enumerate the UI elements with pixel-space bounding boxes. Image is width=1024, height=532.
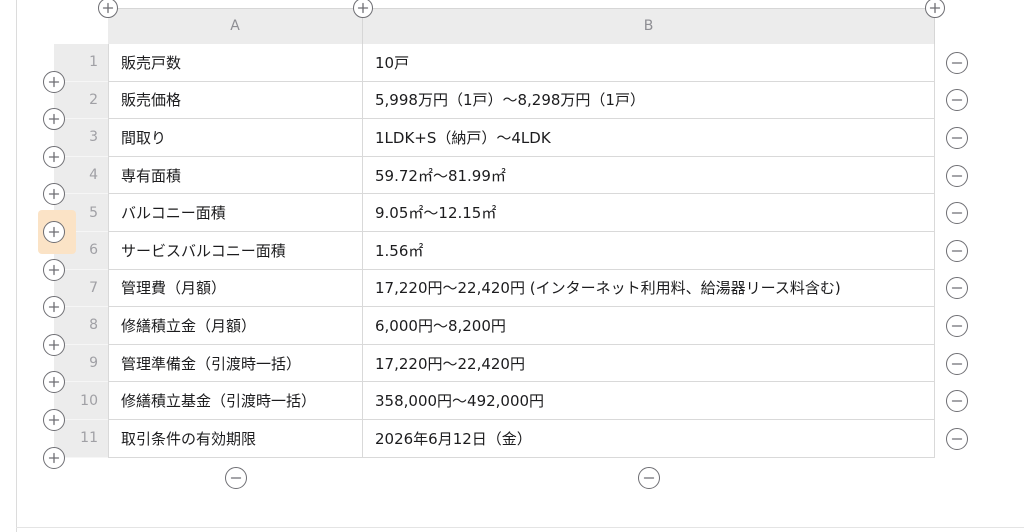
insert-row-button[interactable] xyxy=(43,446,65,469)
table-cell-a[interactable]: 取引条件の有効期限 xyxy=(108,420,363,458)
plus-circle-icon xyxy=(357,2,369,14)
minus-circle-icon xyxy=(951,362,963,365)
canvas-frame-left xyxy=(16,0,17,532)
table-cell-a[interactable]: 専有面積 xyxy=(108,156,363,195)
plus-circle-icon xyxy=(48,189,60,200)
plus-circle-icon xyxy=(102,2,114,14)
plus-circle-icon xyxy=(48,377,60,388)
remove-row-button[interactable] xyxy=(946,239,968,262)
header-top-border xyxy=(108,8,935,9)
minus-circle-icon xyxy=(951,438,963,440)
remove-row-button[interactable] xyxy=(946,89,968,112)
table-cell-a[interactable]: 修繕積立金（月額） xyxy=(108,307,363,345)
minus-circle-icon xyxy=(951,250,963,252)
table-cell-a[interactable]: サービスバルコニー面積 xyxy=(108,232,363,270)
remove-row-button[interactable] xyxy=(946,164,968,187)
minus-circle-icon xyxy=(951,287,963,290)
table-cell-a[interactable]: 販売戸数 xyxy=(108,44,363,82)
insert-row-button[interactable] xyxy=(43,70,65,93)
remove-column-b-button[interactable] xyxy=(638,466,660,489)
remove-row-button[interactable] xyxy=(946,390,968,413)
table-cell-b[interactable]: 17,220円～22,420円 (インターネット利用料、給湯器リース料含む) xyxy=(363,269,935,308)
column-header-a[interactable]: A xyxy=(108,8,363,44)
minus-circle-icon xyxy=(951,212,963,214)
table-cell-b[interactable]: 5,998万円（1戸）～8,298万円（1戸） xyxy=(363,81,935,120)
table-cell-a[interactable]: 管理準備金（引渡時一括） xyxy=(108,344,363,383)
plus-circle-icon xyxy=(929,2,941,14)
insert-row-button[interactable] xyxy=(43,333,65,356)
remove-row-button[interactable] xyxy=(946,127,968,149)
plus-circle-icon xyxy=(48,226,60,238)
minus-circle-icon xyxy=(230,476,241,479)
table-cell-b[interactable]: 17,220円～22,420円 xyxy=(363,344,935,383)
table-cell-a[interactable]: 管理費（月額） xyxy=(108,269,363,308)
minus-circle-icon xyxy=(951,400,963,402)
minus-circle-icon xyxy=(951,325,963,327)
plus-circle-icon xyxy=(48,151,60,162)
table-cell-b[interactable]: 358,000円～492,000円 xyxy=(363,382,935,420)
table-cell-a[interactable]: 間取り xyxy=(108,119,363,157)
insert-row-button[interactable] xyxy=(43,221,65,243)
remove-row-button[interactable] xyxy=(946,352,968,375)
insert-row-button[interactable] xyxy=(43,145,65,168)
canvas-frame-bottom xyxy=(16,527,1024,528)
table-cell-b[interactable]: 59.72㎡～81.99㎡ xyxy=(363,156,935,195)
plus-circle-icon xyxy=(48,264,60,275)
minus-circle-icon xyxy=(951,99,963,102)
insert-row-button[interactable] xyxy=(43,409,65,431)
remove-row-button[interactable] xyxy=(946,277,968,300)
plus-circle-icon xyxy=(48,302,60,313)
table-cell-b[interactable]: 10戸 xyxy=(363,44,935,82)
minus-circle-icon xyxy=(951,174,963,177)
table-cell-b[interactable]: 1LDK+S（納戸）～4LDK xyxy=(363,119,935,157)
plus-circle-icon xyxy=(48,76,60,87)
table-cell-b[interactable]: 2026年6月12日（金） xyxy=(363,420,935,458)
minus-circle-icon xyxy=(951,137,963,139)
insert-column-button[interactable] xyxy=(925,0,945,18)
table-cell-b[interactable]: 6,000円～8,200円 xyxy=(363,307,935,345)
plus-circle-icon xyxy=(48,452,60,463)
minus-circle-icon xyxy=(951,62,963,64)
remove-row-button[interactable] xyxy=(946,315,968,337)
remove-column-a-button[interactable] xyxy=(224,466,247,489)
table-cell-a[interactable]: 販売価格 xyxy=(108,81,363,120)
table-cell-b[interactable]: 9.05㎡～12.15㎡ xyxy=(363,194,935,232)
remove-row-button[interactable] xyxy=(946,51,968,74)
plus-circle-icon xyxy=(48,114,60,125)
table-cell-b[interactable]: 1.56㎡ xyxy=(363,232,935,270)
remove-row-button[interactable] xyxy=(946,202,968,225)
plus-circle-icon xyxy=(48,339,60,350)
insert-row-button[interactable] xyxy=(43,258,65,281)
plus-circle-icon xyxy=(48,414,60,426)
table-cell-a[interactable]: バルコニー面積 xyxy=(108,194,363,232)
remove-row-button[interactable] xyxy=(946,427,968,450)
minus-circle-icon xyxy=(643,476,655,479)
column-header-b[interactable]: B xyxy=(363,8,935,44)
table-cell-a[interactable]: 修繕積立基金（引渡時一括） xyxy=(108,382,363,420)
